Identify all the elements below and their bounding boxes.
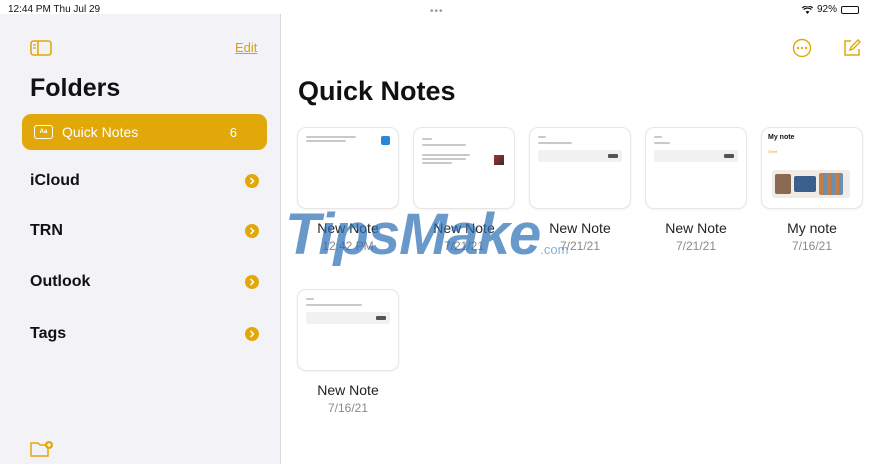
- note-card[interactable]: New Note 7/21/21: [646, 128, 746, 253]
- note-date: 7/16/21: [791, 239, 833, 253]
- quick-note-icon: Aa: [34, 125, 53, 139]
- notes-main: Quick Notes New Note 12:42 PM New Note 7…: [282, 14, 869, 464]
- ipad-screen: 12:44 PM Thu Jul 29 ••• 92% Edit Folders…: [0, 0, 869, 464]
- folder-icloud[interactable]: iCloud: [22, 163, 267, 199]
- note-thumbnail[interactable]: My note Shelf: [762, 128, 862, 208]
- note-title: New Note: [549, 220, 611, 236]
- folder-trn[interactable]: TRN: [22, 213, 267, 249]
- note-thumbnail[interactable]: [530, 128, 630, 208]
- note-date: 7/21/21: [675, 239, 717, 253]
- folder-label: iCloud: [30, 172, 80, 189]
- note-thumbnail[interactable]: [298, 128, 398, 208]
- chevron-right-icon[interactable]: [245, 275, 259, 289]
- folder-quick-notes[interactable]: Aa Quick Notes 6: [22, 114, 267, 150]
- chevron-right-icon[interactable]: [245, 224, 259, 238]
- sidebar-toggle-icon[interactable]: [30, 40, 52, 61]
- note-card[interactable]: New Note 7/21/21: [530, 128, 630, 253]
- note-card[interactable]: New Note 12:42 PM: [298, 128, 398, 253]
- battery-icon: [841, 5, 859, 14]
- note-thumbnail[interactable]: [414, 128, 514, 208]
- chevron-right-icon[interactable]: [245, 174, 259, 188]
- note-card[interactable]: New Note 7/21/21: [414, 128, 514, 253]
- note-date: 7/21/21: [443, 239, 485, 253]
- folders-title: Folders: [30, 74, 121, 102]
- note-date: 7/16/21: [327, 401, 369, 415]
- note-title: New Note: [317, 382, 379, 398]
- new-folder-icon[interactable]: [30, 440, 54, 463]
- app-icon: [381, 136, 390, 145]
- note-thumbnail[interactable]: [298, 290, 398, 370]
- sidebar: Edit Folders Aa Quick Notes 6 iCloud TRN…: [0, 14, 281, 464]
- folder-label: Quick Notes: [62, 124, 139, 140]
- note-date: 12:42 PM: [322, 239, 374, 253]
- note-title: New Note: [665, 220, 727, 236]
- note-title: New Note: [317, 220, 379, 236]
- note-card[interactable]: My note Shelf My note 7/16/21: [762, 128, 862, 253]
- note-title: New Note: [433, 220, 495, 236]
- note-thumbnail[interactable]: [646, 128, 746, 208]
- folder-label: TRN: [30, 222, 63, 239]
- note-card[interactable]: New Note 7/16/21: [298, 290, 398, 415]
- thumbnail-subtitle: Shelf: [768, 149, 778, 154]
- compose-icon[interactable]: [842, 38, 862, 63]
- folder-count: 6: [229, 124, 237, 140]
- wifi-icon: [801, 5, 813, 14]
- folder-outlook[interactable]: Outlook: [22, 264, 267, 300]
- note-title: My note: [787, 220, 837, 236]
- folder-label: Tags: [30, 325, 67, 342]
- note-date: 7/21/21: [559, 239, 601, 253]
- chevron-right-icon[interactable]: [245, 327, 259, 341]
- edit-button[interactable]: Edit: [235, 40, 257, 55]
- folder-tags[interactable]: Tags: [22, 316, 267, 352]
- page-title: Quick Notes: [298, 76, 456, 106]
- more-options-icon[interactable]: [792, 38, 812, 63]
- folder-label: Outlook: [30, 273, 91, 290]
- thumbnail-title: My note: [768, 134, 795, 141]
- thumbnail-image: [494, 155, 504, 165]
- photo-collage-image: [772, 170, 850, 198]
